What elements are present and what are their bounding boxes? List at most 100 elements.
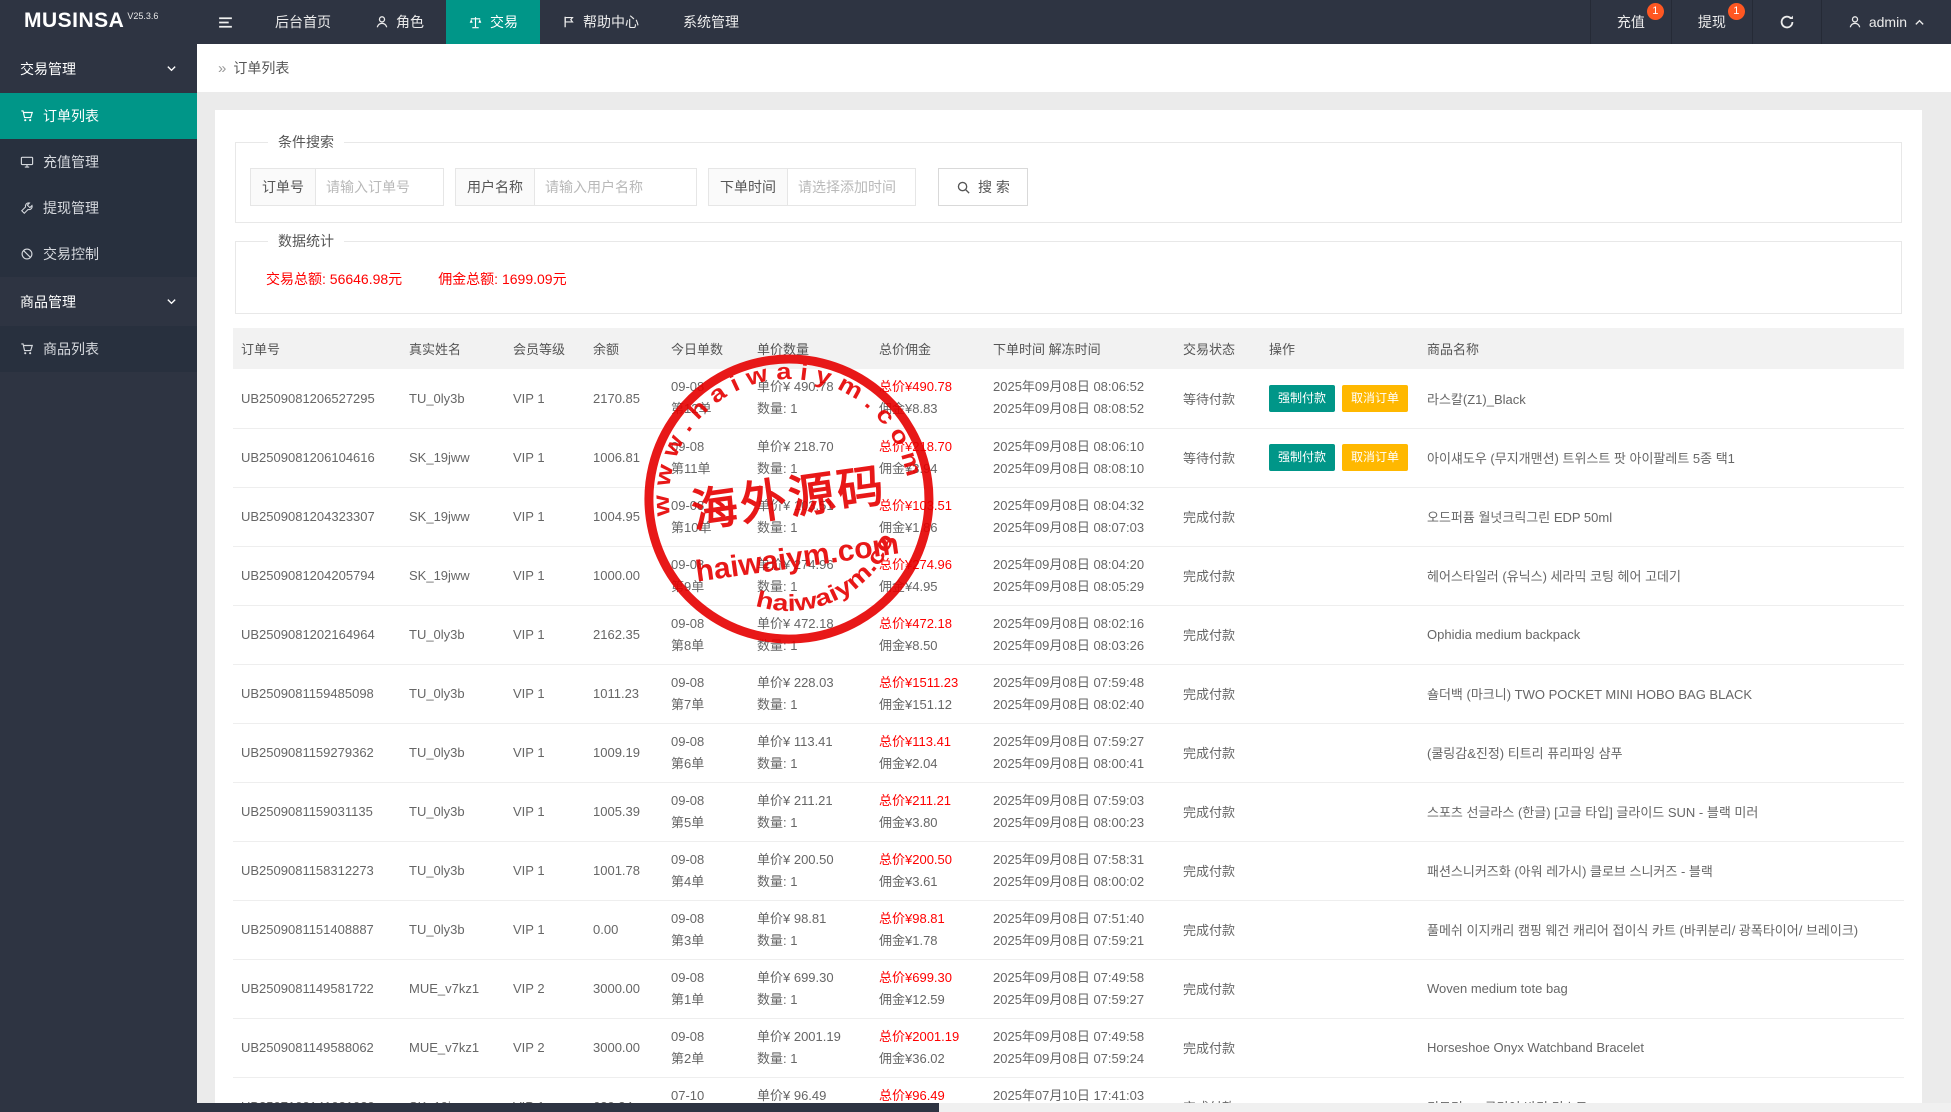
cell-line-2: 佣金¥12.59 [879,989,977,1011]
notification-badge: 1 [1647,3,1664,20]
cell-line-1: 09-08 [671,495,741,517]
cell-line-2: 佣金¥1.78 [879,930,977,952]
column-header-3: 余额 [585,328,663,369]
cell-line-1: 总价¥98.81 [879,908,977,930]
search-field-input[interactable] [316,168,444,206]
search-field-input[interactable] [535,168,697,206]
cell-line-1: 2025年09月08日 07:49:58 [993,967,1167,989]
cell-line-1: 总价¥274.96 [879,554,977,576]
sidebar-item-0-1[interactable]: 充值管理 [0,139,197,185]
cell-line-2: 数量: 1 [757,635,863,657]
cell-total-commission: 总价¥218.70佣金¥3.94 [871,428,985,487]
refresh-button[interactable] [1752,0,1821,44]
stat-value: 1699.09元 [502,271,567,287]
cancel-order-button[interactable]: 取消订单 [1342,444,1408,471]
sidebar-group-1[interactable]: 商品管理 [0,277,197,326]
force-pay-button[interactable]: 强制付款 [1269,444,1335,471]
sidebar-item-0-3[interactable]: 交易控制 [0,231,197,277]
column-header-6: 总价佣金 [871,328,985,369]
cell-unit-qty: 单价¥ 113.41数量: 1 [749,723,871,782]
user-menu[interactable]: admin [1821,0,1951,44]
horizontal-scrollbar[interactable] [197,1103,1951,1112]
cell-real-name: TU_0ly3b [401,782,505,841]
cell-order-no: UB2509081206527295 [233,369,401,428]
cell-status: 完成付款 [1175,487,1261,546]
cell-actions: 强制付款取消订单 [1261,428,1419,487]
person-icon [375,15,389,29]
cell-unit-qty: 单价¥ 200.50数量: 1 [749,841,871,900]
sidebar-group-label: 交易管理 [20,59,76,79]
cell-total-commission: 总价¥274.96佣金¥4.95 [871,546,985,605]
force-pay-button[interactable]: 强制付款 [1269,385,1335,412]
stat-label: 交易总额: [266,271,326,287]
cell-vip-level: VIP 1 [505,487,585,546]
cancel-order-button[interactable]: 取消订单 [1342,385,1408,412]
search-field-input[interactable] [788,168,916,206]
cell-line-1: 单价¥ 472.18 [757,613,863,635]
nav-item-2[interactable]: 交易 [446,0,540,44]
cell-line-1: 2025年09月08日 07:59:03 [993,790,1167,812]
column-header-2: 会员等级 [505,328,585,369]
cell-line-1: 单价¥ 113.41 [757,731,863,753]
cell-times: 2025年09月08日 07:49:582025年09月08日 07:59:24 [985,1018,1175,1077]
cell-real-name: TU_0ly3b [401,723,505,782]
cell-line-2: 数量: 1 [757,930,863,952]
nav-item-1[interactable]: 角色 [353,0,446,44]
nav-item-3[interactable]: 帮助中心 [540,0,661,44]
topnav-withdraw-button[interactable]: 提现1 [1671,0,1752,44]
search-button[interactable]: 搜 索 [938,168,1028,206]
cell-line-1: 总价¥113.41 [879,731,977,753]
cell-line-1: 单价¥ 228.03 [757,672,863,694]
cell-today-orders: 09-08第3单 [663,900,749,959]
nav-item-4[interactable]: 系统管理 [661,0,761,44]
cell-today-orders: 09-08第7单 [663,664,749,723]
sidebar-group-0[interactable]: 交易管理 [0,44,197,93]
cell-times: 2025年09月08日 07:59:032025年09月08日 08:00:23 [985,782,1175,841]
cell-real-name: MUE_v7kz1 [401,1018,505,1077]
cell-real-name: TU_0ly3b [401,841,505,900]
cell-product-name: Horseshoe Onyx Watchband Bracelet [1419,1018,1904,1077]
cell-line-2: 第5单 [671,812,741,834]
cell-line-1: 2025年09月08日 08:04:20 [993,554,1167,576]
sidebar-item-0-0[interactable]: 订单列表 [0,93,197,139]
nav-item-0[interactable]: 后台首页 [253,0,353,44]
sidebar-item-0-2[interactable]: 提现管理 [0,185,197,231]
refresh-icon [1779,14,1795,30]
cell-vip-level: VIP 1 [505,546,585,605]
cell-vip-level: VIP 1 [505,428,585,487]
cell-real-name: MUE_v7kz1 [401,959,505,1018]
table-row: UB2509081149581722MUE_v7kz1VIP 23000.000… [233,959,1904,1018]
cell-line-2: 2025年09月08日 08:07:03 [993,517,1167,539]
cell-vip-level: VIP 2 [505,1018,585,1077]
cell-real-name: SK_19jww [401,546,505,605]
topnav-recharge-button[interactable]: 充值1 [1590,0,1671,44]
column-header-4: 今日单数 [663,328,749,369]
cell-total-commission: 总价¥103.51佣金¥1.86 [871,487,985,546]
cell-actions [1261,605,1419,664]
sidebar-item-1-0[interactable]: 商品列表 [0,326,197,372]
cell-line-1: 2025年09月08日 07:58:31 [993,849,1167,871]
table-row: UB2509081149588062MUE_v7kz1VIP 23000.000… [233,1018,1904,1077]
cell-line-1: 09-08 [671,731,741,753]
cell-times: 2025年09月08日 07:49:582025年09月08日 07:59:27 [985,959,1175,1018]
cell-order-no: UB2509081204323307 [233,487,401,546]
table-row: UB2509081151408887TU_0ly3bVIP 10.0009-08… [233,900,1904,959]
cell-line-2: 数量: 1 [757,576,863,598]
nav-item-label: 提现 [1698,12,1726,32]
hamburger-icon[interactable] [197,0,253,44]
cell-line-2: 佣金¥1.86 [879,517,977,539]
table-header-row: 订单号真实姓名会员等级余额今日单数单价数量总价佣金下单时间 解冻时间交易状态操作… [233,328,1904,369]
cell-order-no: UB2509081158312273 [233,841,401,900]
cell-actions: 强制付款取消订单 [1261,369,1419,428]
cell-line-2: 2025年09月08日 07:59:24 [993,1048,1167,1070]
cell-unit-qty: 单价¥ 211.21数量: 1 [749,782,871,841]
cell-balance: 2170.85 [585,369,663,428]
horizontal-scrollbar-thumb[interactable] [197,1103,939,1112]
chevron-up-icon [1914,17,1925,28]
cell-line-1: 单价¥ 490.78 [757,376,863,398]
cell-today-orders: 09-08第6单 [663,723,749,782]
cell-balance: 1001.78 [585,841,663,900]
app-name: MUSINSA [24,9,124,33]
breadcrumb-label: 订单列表 [233,58,289,78]
cell-line-2: 佣金¥4.95 [879,576,977,598]
